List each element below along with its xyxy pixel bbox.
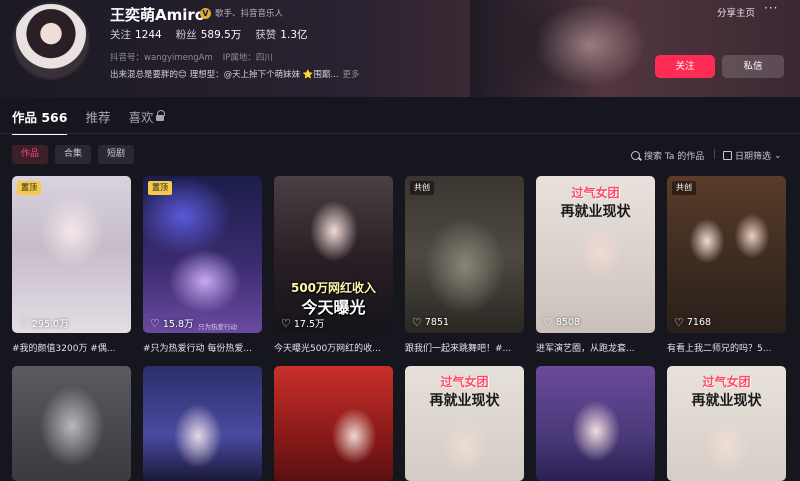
video-overlay-subtitle: 今天曝光: [301, 298, 366, 317]
more-options-button[interactable]: ···: [764, 1, 778, 15]
video-thumbnail: 置顶 ♡ 295.0万: [12, 176, 131, 333]
heart-icon: ♡: [412, 316, 422, 329]
bio-more-link[interactable]: 更多: [342, 70, 359, 80]
content-filter-chips: 作品 合集 短剧: [12, 145, 135, 164]
heart-icon: ♡: [543, 316, 553, 329]
video-caption: #我的颜值3200万 #偶...: [12, 344, 116, 354]
heart-icon: ♡: [281, 316, 291, 330]
like-count: ♡ 295.0万: [19, 316, 69, 331]
video-thumbnail: 过气女团 再就业现状: [405, 366, 524, 481]
chip-collections[interactable]: 合集: [55, 145, 92, 164]
video-thumbnail: 500万网红收入 今天曝光 ♡ 17.5万: [274, 176, 393, 333]
calendar-icon: [723, 151, 732, 160]
chevron-down-icon: ⌄: [774, 150, 782, 161]
stat-followers[interactable]: 粉丝 589.5万: [176, 27, 242, 42]
share-profile-link[interactable]: 分享主页: [717, 5, 755, 19]
video-thumbnail: 过气女团 再就业现状: [667, 366, 786, 481]
profile-header: 王奕萌Amiro V 歌手、抖音音乐人 关注 1244 粉丝 589.5万 获赞 1.…: [0, 0, 800, 97]
video-caption: #只为热爱行动 每份热爱...: [143, 344, 252, 354]
video-overlay-title: 过气女团: [440, 375, 489, 389]
video-thumbnail: 共创 ♡ 7851: [405, 176, 524, 333]
message-button[interactable]: 私信: [722, 55, 784, 78]
like-count: ♡ 8508: [543, 316, 581, 329]
avatar[interactable]: [12, 2, 90, 80]
like-count: ♡ 15.8万: [150, 316, 194, 331]
like-count: ♡ 17.5万: [281, 316, 325, 331]
video-caption: 进军演艺圈，从跑龙套...: [536, 344, 635, 354]
lock-icon: [156, 110, 166, 122]
stat-following[interactable]: 关注 1244: [110, 27, 162, 42]
video-caption: 跟我们一起来跳舞吧！#...: [405, 344, 512, 354]
profile-stats: 关注 1244 粉丝 589.5万 获赞 1.3亿: [110, 27, 308, 42]
video-overlay-subtitle: 再就业现状: [560, 204, 631, 220]
video-thumbnail: [274, 366, 393, 481]
video-overlay-subtitle: 再就业现状: [691, 393, 762, 409]
tab-divider: [0, 133, 800, 134]
video-thumbnail: [143, 366, 262, 481]
profile-name: 王奕萌Amiro: [110, 6, 206, 24]
video-caption: 有看上我二师兄的吗？5...: [667, 344, 772, 354]
like-count: ♡ 7168: [674, 316, 712, 329]
filter-separator: [714, 149, 715, 159]
video-thumbnail: 置顶 ♡ 15.8万 只为热爱行动: [143, 176, 262, 333]
co-creation-badge: 共创: [672, 181, 696, 195]
video-overlay-subtitle: 再就业现状: [429, 393, 500, 409]
video-caption: 今天曝光500万网红的收...: [274, 344, 381, 354]
like-count: ♡ 7851: [412, 316, 450, 329]
stat-likes: 获赞 1.3亿: [255, 29, 308, 41]
date-filter[interactable]: 日期筛选 ⌄: [723, 149, 782, 162]
chip-short-dramas[interactable]: 短剧: [98, 145, 135, 164]
video-thumbnail: 过气女团 再就业现状 ♡ 8508: [536, 176, 655, 333]
tab-recommended[interactable]: 推荐: [85, 107, 110, 135]
follow-button[interactable]: 关注: [655, 55, 715, 78]
heart-icon: ♡: [19, 316, 29, 330]
heart-icon: ♡: [150, 316, 160, 330]
pinned-badge: 置顶: [148, 181, 172, 195]
video-watermark: 只为热爱行动: [198, 323, 237, 331]
search-works[interactable]: 搜索 Ta 的作品: [631, 149, 704, 162]
profile-meta: 抖音号：wangyimengAm IP属地：四川: [110, 51, 273, 63]
profile-tabs: 作品 566 推荐 喜欢: [12, 107, 166, 135]
verified-icon: V: [200, 8, 211, 19]
account-id: 抖音号：wangyimengAm: [110, 53, 213, 63]
chip-works[interactable]: 作品: [12, 145, 49, 164]
video-overlay-title: 过气女团: [571, 186, 620, 200]
video-thumbnail: 共创 ♡ 7168: [667, 176, 786, 333]
heart-icon: ♡: [674, 316, 684, 329]
video-thumbnail: [536, 366, 655, 481]
profile-bio: 出来混总是要胖的😊 理想型：@天上掉下个萌妹妹 ⭐围巅... 更多: [110, 70, 360, 80]
pinned-badge: 置顶: [17, 181, 41, 195]
verification-text: 歌手、抖音音乐人: [215, 9, 284, 19]
search-icon: [631, 151, 640, 160]
tab-works[interactable]: 作品 566: [12, 107, 68, 135]
co-creation-badge: 共创: [410, 181, 434, 195]
ip-location: IP属地：四川: [222, 53, 273, 63]
tab-likes[interactable]: 喜欢: [128, 107, 166, 135]
video-thumbnail: [12, 366, 131, 481]
video-overlay-title: 过气女团: [702, 375, 751, 389]
